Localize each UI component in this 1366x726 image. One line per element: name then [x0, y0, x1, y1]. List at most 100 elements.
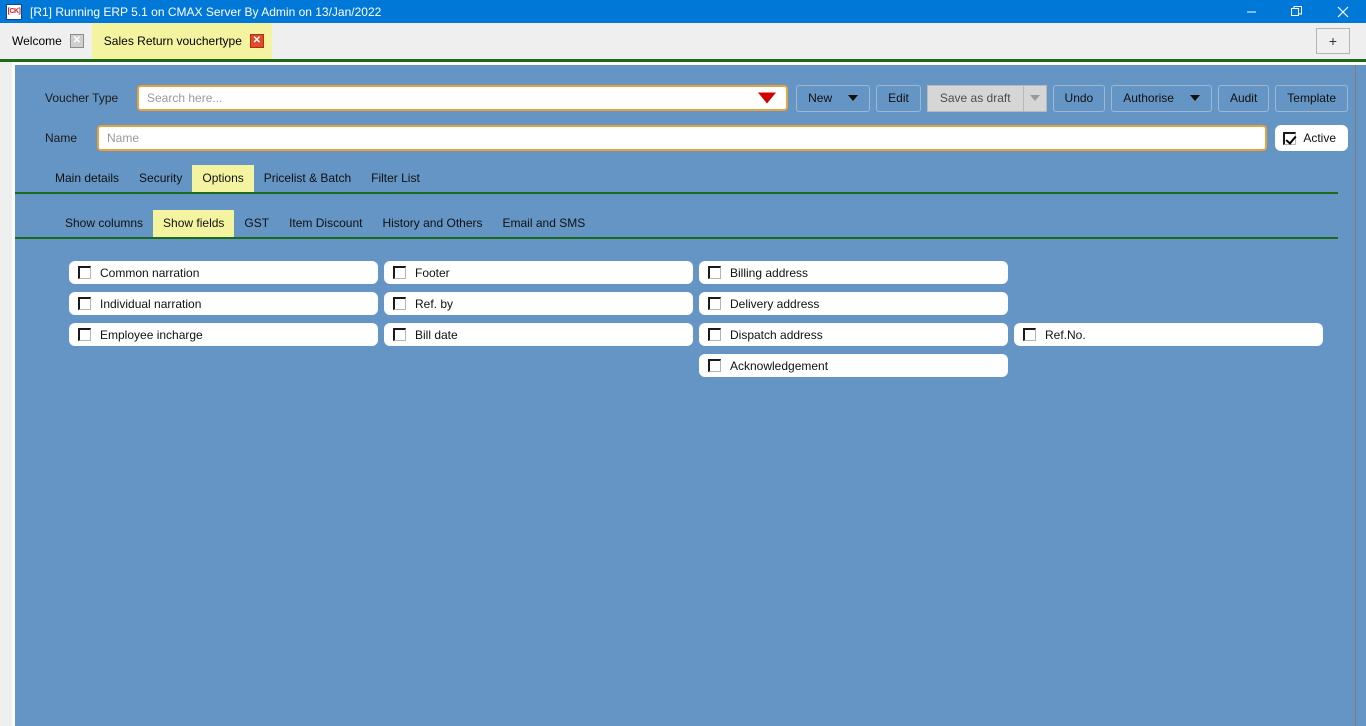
show-fields-grid: Common narration Footer Billing address: [15, 239, 1366, 377]
document-tab-sales-return-vouchertype[interactable]: Sales Return vouchertype ✕: [91, 23, 272, 59]
body-area: Voucher Type Search here... New Edit Sav…: [0, 62, 1366, 726]
title-bar: [CK] [R1] Running ERP 5.1 on CMAX Server…: [0, 0, 1366, 23]
chevron-down-icon: [1029, 95, 1040, 101]
document-tab-label: Sales Return vouchertype: [103, 34, 242, 48]
audit-button-label: Audit: [1229, 91, 1258, 105]
checkbox[interactable]: [78, 266, 91, 279]
tab-close-icon[interactable]: ✕: [249, 34, 264, 48]
document-tab-label: Welcome: [12, 34, 62, 48]
restore-icon[interactable]: [1274, 0, 1320, 23]
name-row: Name Name Active: [15, 121, 1366, 155]
tab-security[interactable]: Security: [129, 165, 192, 192]
tab-close-icon[interactable]: ✕: [69, 34, 84, 48]
action-toolbar: New Edit Save as draft Undo Authorise Au…: [796, 84, 1348, 112]
field-placeholder: [1014, 261, 1323, 284]
edit-button[interactable]: Edit: [876, 84, 921, 112]
checkbox[interactable]: [708, 297, 721, 310]
field-common-narration[interactable]: Common narration: [69, 261, 378, 284]
edit-button-label: Edit: [888, 91, 909, 105]
chevron-down-icon[interactable]: [848, 95, 859, 101]
field-placeholder: [69, 354, 378, 377]
field-label: Acknowledgement: [730, 358, 829, 373]
voucher-type-label: Voucher Type: [45, 91, 119, 105]
voucher-type-placeholder: Search here...: [147, 91, 223, 105]
authorise-button-label: Authorise: [1123, 91, 1174, 105]
window-title: [R1] Running ERP 5.1 on CMAX Server By A…: [30, 4, 382, 19]
field-bill-date[interactable]: Bill date: [384, 323, 693, 346]
tab-options[interactable]: Options: [192, 165, 254, 192]
field-individual-narration[interactable]: Individual narration: [69, 292, 378, 315]
name-placeholder: Name: [107, 131, 140, 145]
active-checkbox[interactable]: [1283, 131, 1297, 145]
checkbox[interactable]: [78, 297, 91, 310]
name-input[interactable]: Name: [97, 125, 1268, 151]
minimize-icon[interactable]: [1228, 0, 1274, 23]
tab-gst[interactable]: GST: [234, 210, 279, 237]
checkbox[interactable]: [393, 266, 406, 279]
new-tab-area: +: [1316, 23, 1366, 59]
window-controls: [1228, 0, 1366, 23]
tab-show-columns[interactable]: Show columns: [55, 210, 153, 237]
form-panel: Voucher Type Search here... New Edit Sav…: [12, 62, 1366, 726]
chevron-down-icon[interactable]: [1189, 95, 1200, 101]
tab-filter-list[interactable]: Filter List: [361, 165, 430, 192]
tab-item-discount[interactable]: Item Discount: [279, 210, 372, 237]
save-as-draft-button[interactable]: Save as draft: [926, 84, 1023, 112]
name-label: Name: [45, 131, 78, 145]
tab-history-and-others[interactable]: History and Others: [372, 210, 492, 237]
active-checkbox-container[interactable]: Active: [1275, 125, 1348, 151]
tab-email-and-sms[interactable]: Email and SMS: [493, 210, 596, 237]
audit-button[interactable]: Audit: [1217, 84, 1270, 112]
tab-main-details[interactable]: Main details: [45, 165, 129, 192]
checkbox[interactable]: [393, 297, 406, 310]
field-employee-incharge[interactable]: Employee incharge: [69, 323, 378, 346]
field-label: Ref.No.: [1045, 327, 1086, 342]
field-label: Delivery address: [730, 296, 820, 311]
voucher-type-search-box[interactable]: Search here...: [137, 85, 789, 111]
voucher-type-row: Voucher Type Search here... New Edit Sav…: [15, 81, 1366, 115]
checkbox[interactable]: [393, 328, 406, 341]
checkbox[interactable]: [1023, 328, 1036, 341]
left-gutter: [0, 62, 12, 726]
field-acknowledgement[interactable]: Acknowledgement: [699, 354, 1008, 377]
save-as-draft-split-button[interactable]: Save as draft: [926, 84, 1047, 112]
tab-pricelist-and-batch[interactable]: Pricelist & Batch: [254, 165, 361, 192]
field-placeholder: [1014, 354, 1323, 377]
active-label: Active: [1303, 131, 1336, 145]
checkbox[interactable]: [708, 328, 721, 341]
sub-tab-row: Show columns Show fields GST Item Discou…: [15, 210, 1338, 239]
chevron-down-icon[interactable]: [758, 92, 777, 104]
field-row: Common narration Footer Billing address: [69, 261, 1366, 284]
tab-show-fields[interactable]: Show fields: [153, 210, 235, 237]
authorise-button[interactable]: Authorise: [1111, 84, 1212, 112]
main-tab-row: Main details Security Options Pricelist …: [15, 165, 1338, 194]
field-placeholder: [1014, 292, 1323, 315]
field-label: Dispatch address: [730, 327, 823, 342]
field-label: Common narration: [100, 265, 200, 280]
field-row: Employee incharge Bill date Dispatch add…: [69, 323, 1366, 346]
field-row: Individual narration Ref. by Delivery ad…: [69, 292, 1366, 315]
new-tab-button[interactable]: +: [1316, 28, 1350, 54]
new-button[interactable]: New: [796, 84, 871, 112]
save-as-draft-dropdown[interactable]: [1022, 84, 1047, 112]
field-billing-address[interactable]: Billing address: [699, 261, 1008, 284]
field-label: Employee incharge: [100, 327, 203, 342]
document-tab-welcome[interactable]: Welcome ✕: [0, 23, 92, 59]
field-label: Footer: [415, 265, 450, 280]
undo-button[interactable]: Undo: [1052, 84, 1106, 112]
checkbox[interactable]: [708, 266, 721, 279]
close-icon[interactable]: [1320, 0, 1366, 23]
checkbox[interactable]: [708, 359, 721, 372]
field-footer[interactable]: Footer: [384, 261, 693, 284]
field-placeholder: [384, 354, 693, 377]
field-label: Billing address: [730, 265, 809, 280]
new-button-label: New: [808, 91, 833, 105]
template-button[interactable]: Template: [1275, 84, 1348, 112]
field-delivery-address[interactable]: Delivery address: [699, 292, 1008, 315]
field-label: Ref. by: [415, 296, 454, 311]
field-label: Bill date: [415, 327, 458, 342]
field-dispatch-address[interactable]: Dispatch address: [699, 323, 1008, 346]
field-ref-no[interactable]: Ref.No.: [1014, 323, 1323, 346]
field-ref-by[interactable]: Ref. by: [384, 292, 693, 315]
checkbox[interactable]: [78, 328, 91, 341]
